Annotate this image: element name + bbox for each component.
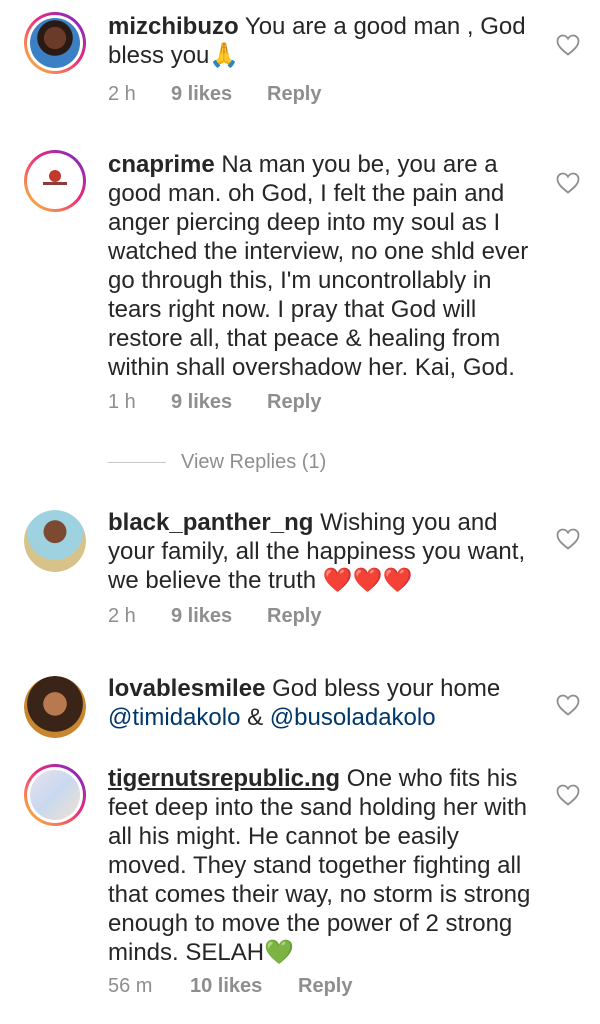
comment-username[interactable]: lovablesmilee — [108, 675, 265, 702]
comment-likes[interactable]: 9 likes — [171, 602, 232, 630]
comment-username[interactable]: cnaprime — [108, 151, 215, 178]
comment-body: black_panther_ng Wishing you and your fa… — [108, 508, 538, 595]
avatar[interactable] — [24, 764, 86, 826]
comment-time: 2 h — [108, 605, 136, 627]
mention-separator: & — [240, 704, 270, 731]
reply-button[interactable]: Reply — [267, 602, 321, 630]
comment-text: One who fits his feet deep into the sand… — [108, 765, 531, 966]
heart-outline-icon[interactable] — [556, 34, 580, 56]
reply-button[interactable]: Reply — [298, 972, 352, 1000]
comment-username[interactable]: mizchibuzo — [108, 13, 239, 40]
comment-body: mizchibuzo You are a good man , God bles… — [108, 12, 538, 70]
comment-likes[interactable]: 9 likes — [171, 80, 232, 108]
heart-outline-icon[interactable] — [556, 694, 580, 716]
view-replies-label[interactable]: View Replies (1) — [181, 448, 326, 476]
avatar[interactable] — [24, 676, 86, 738]
comment-text: Na man you be, you are a good man. oh Go… — [108, 151, 529, 381]
view-replies-divider — [108, 462, 166, 463]
comment-likes[interactable]: 10 likes — [190, 972, 262, 1000]
comment-time: 1 h — [108, 391, 136, 413]
avatar[interactable] — [24, 510, 86, 572]
heart-outline-icon[interactable] — [556, 784, 580, 806]
comment-text: God bless your home — [272, 675, 501, 702]
comment-body: tigernutsrepublic.ng One who fits his fe… — [108, 764, 538, 967]
comment-time: 56 m — [108, 975, 153, 997]
avatar[interactable] — [24, 12, 86, 74]
mention-link[interactable]: @timidakolo — [108, 704, 240, 731]
reply-button[interactable]: Reply — [267, 80, 321, 108]
comment-body: cnaprime Na man you be, you are a good m… — [108, 150, 538, 382]
heart-outline-icon[interactable] — [556, 528, 580, 550]
avatar[interactable] — [24, 150, 86, 212]
mention-link[interactable]: @busoladakolo — [270, 704, 436, 731]
comment-likes[interactable]: 9 likes — [171, 388, 232, 416]
heart-outline-icon[interactable] — [556, 172, 580, 194]
cnaprime-logo-icon — [43, 170, 67, 185]
comment-body: lovablesmilee God bless your home @timid… — [108, 674, 538, 732]
comment-username[interactable]: black_panther_ng — [108, 509, 313, 536]
reply-button[interactable]: Reply — [267, 388, 321, 416]
comment-time: 2 h — [108, 83, 136, 105]
comment-username[interactable]: tigernutsrepublic.ng — [108, 765, 340, 792]
